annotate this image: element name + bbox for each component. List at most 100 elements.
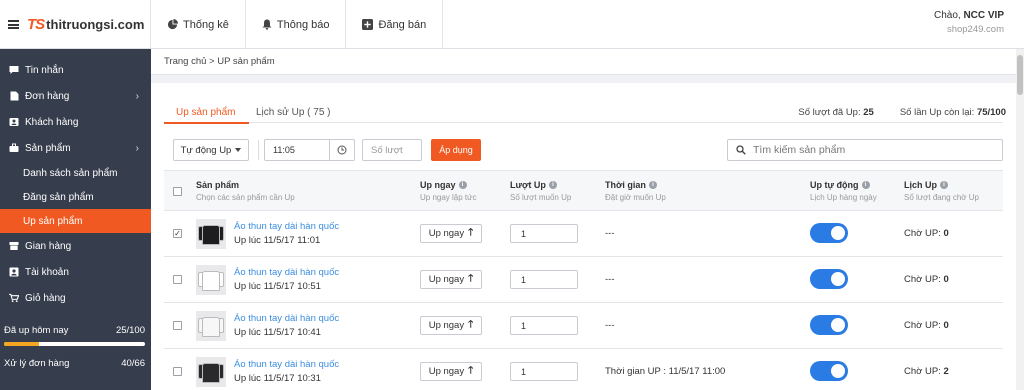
up-now-button[interactable]: Up ngay 🡑: [420, 270, 482, 289]
search-placeholder: Tìm kiếm sản phẩm: [753, 144, 846, 156]
nav-post-sale[interactable]: Đăng bán: [346, 0, 444, 49]
sidebar-item-messages[interactable]: Tin nhắn: [0, 57, 151, 83]
table-row: Áo thun tay dài hàn quốc Up lúc 11/5/17 …: [164, 257, 1003, 303]
nav-statistics-label: Thống kê: [183, 18, 229, 31]
breadcrumb: Trang chủ > UP sản phẩm: [151, 49, 1016, 75]
caret-down-icon: [235, 148, 242, 152]
time-picker[interactable]: 11:05: [264, 139, 355, 161]
up-now-button[interactable]: Up ngay 🡑: [420, 224, 482, 243]
select-all-checkbox[interactable]: [173, 187, 182, 196]
sidebar-item-label: Gian hàng: [25, 240, 72, 252]
main-content: Trang chủ > UP sản phẩm Up sản phẩm Lịch…: [151, 49, 1016, 390]
row-checkbox[interactable]: [173, 275, 182, 284]
auto-up-toggle[interactable]: [810, 223, 848, 243]
progress-fill: [4, 342, 40, 346]
tab-up-product[interactable]: Up sản phẩm: [163, 107, 251, 124]
product-thumbnail[interactable]: [196, 265, 226, 295]
search-icon: [736, 145, 746, 155]
progress-bar: [4, 342, 145, 346]
remaining-count: Số lần Up còn lại: 75/100: [899, 107, 1006, 118]
auto-up-toggle[interactable]: [810, 269, 848, 289]
chevron-down-icon: ›: [135, 142, 139, 154]
product-name-link[interactable]: Áo thun tay dài hàn quốc: [234, 313, 339, 324]
nav-post-sale-label: Đăng bán: [378, 18, 427, 31]
sidebar-item-account[interactable]: Tài khoản: [0, 259, 151, 285]
sidebar-item-products[interactable]: Sản phẩm ›: [0, 135, 151, 161]
clock-icon[interactable]: [330, 140, 354, 160]
user-info[interactable]: Chào, NCC VIP shop249.com: [934, 10, 1004, 35]
product-up-time: Up lúc 11/5/17 10:41: [234, 327, 321, 338]
user-name: NCC VIP: [963, 10, 1004, 21]
up-count-field[interactable]: 1: [510, 362, 578, 381]
waiting-count: Chờ UP: 0: [904, 228, 949, 239]
up-count-field[interactable]: 1: [510, 270, 578, 289]
brand: TS thitruongsi.com: [0, 0, 151, 49]
page-scrollbar[interactable]: [1016, 49, 1024, 390]
table-row: Áo thun tay dài hàn quốc Up lúc 11/5/17 …: [164, 303, 1003, 349]
bell-icon: [262, 19, 272, 30]
time-value[interactable]: 11:05: [265, 140, 330, 160]
up-count-field[interactable]: 1: [510, 316, 578, 335]
stat-value: 40/66: [121, 358, 145, 369]
stat-orders-processed: Xử lý đơn hàng 40/66: [0, 358, 151, 369]
product-name-link[interactable]: Áo thun tay dài hàn quốc: [234, 267, 339, 278]
up-now-button[interactable]: Up ngay 🡑: [420, 362, 482, 381]
column-schedule: Lịch Up i Số lượt đang chờ Up: [904, 180, 979, 202]
up-now-button[interactable]: Up ngay 🡑: [420, 316, 482, 335]
row-checkbox[interactable]: [173, 367, 182, 376]
product-thumbnail[interactable]: [196, 311, 226, 341]
chat-icon: [9, 65, 19, 75]
auto-up-dropdown[interactable]: Tự động Up: [173, 139, 249, 161]
stat-uploaded-today: Đã up hôm nay 25/100: [0, 325, 151, 346]
sidebar-subitem-post-product[interactable]: Đăng sản phẩm: [0, 185, 151, 209]
tab-up-history[interactable]: Lịch sử Up ( 75 ): [256, 107, 331, 118]
column-product: Sản phẩm Chọn các sản phẩm cần Up: [196, 180, 295, 202]
info-icon[interactable]: i: [648, 181, 657, 189]
sidebar-item-customers[interactable]: Khách hàng: [0, 109, 151, 135]
top-nav: Thống kê Thông báo Đăng bán: [151, 0, 444, 49]
sidebar-item-orders[interactable]: Đơn hàng ›: [0, 83, 151, 109]
checkmark-icon: ✓: [174, 228, 181, 238]
sidebar-item-cart[interactable]: Giỏ hàng: [0, 285, 151, 311]
scheduled-time: ---: [605, 228, 615, 239]
scheduled-time: Thời gian UP : 11/5/17 11:00: [605, 366, 726, 377]
scheduled-time: ---: [605, 320, 615, 331]
up-product-panel: Up sản phẩm Lịch sử Up ( 75 ) Số lượt đã…: [151, 75, 1016, 390]
row-checkbox[interactable]: ✓: [173, 229, 182, 238]
product-name-link[interactable]: Áo thun tay dài hàn quốc: [234, 359, 339, 370]
sidebar-subitem-product-list[interactable]: Danh sách sản phẩm: [0, 161, 151, 185]
sidebar-item-store[interactable]: Gian hàng: [0, 233, 151, 259]
divider: [258, 140, 259, 160]
table-row: Áo thun tay dài hàn quốc Up lúc 11/5/17 …: [164, 349, 1003, 390]
sidebar-item-label: Giỏ hàng: [25, 292, 66, 304]
product-thumbnail[interactable]: [196, 357, 226, 387]
auto-up-toggle[interactable]: [810, 361, 848, 381]
info-icon[interactable]: i: [940, 181, 948, 189]
auto-up-toggle[interactable]: [810, 315, 848, 335]
info-icon[interactable]: i: [861, 181, 870, 189]
pie-chart-icon: [167, 19, 178, 30]
hamburger-menu-icon[interactable]: [8, 20, 19, 29]
info-icon[interactable]: i: [548, 181, 557, 189]
sidebar-item-label: Khách hàng: [25, 116, 79, 128]
column-up-count: Lượt Up i Số lượt muốn Up: [510, 180, 572, 202]
product-name-link[interactable]: Áo thun tay dài hàn quốc: [234, 221, 339, 232]
info-icon[interactable]: i: [458, 181, 467, 189]
logo-mark[interactable]: TS: [27, 16, 45, 33]
apply-button[interactable]: Áp dụng: [431, 139, 481, 161]
sidebar-subitem-up-product[interactable]: Up sản phẩm: [0, 209, 151, 233]
logo-text[interactable]: thitruongsi.com: [46, 17, 144, 32]
column-up-now: Up ngay i Up ngay lập tức: [420, 180, 477, 202]
stat-label: Đã up hôm nay: [4, 325, 69, 336]
nav-notifications[interactable]: Thông báo: [246, 0, 347, 49]
sidebar: Tin nhắn Đơn hàng › Khách hàng Sản phẩm …: [0, 49, 151, 390]
up-count-input[interactable]: Số lượt: [362, 139, 422, 161]
row-checkbox[interactable]: [173, 321, 182, 330]
search-input[interactable]: Tìm kiếm sản phẩm: [727, 139, 1003, 161]
product-thumbnail[interactable]: [196, 219, 226, 249]
plus-square-icon: [362, 19, 374, 30]
product-up-time: Up lúc 11/5/17 11:01: [234, 235, 321, 246]
nav-statistics[interactable]: Thống kê: [151, 0, 246, 49]
up-count-field[interactable]: 1: [510, 224, 578, 243]
scheduled-time: ---: [605, 274, 615, 285]
